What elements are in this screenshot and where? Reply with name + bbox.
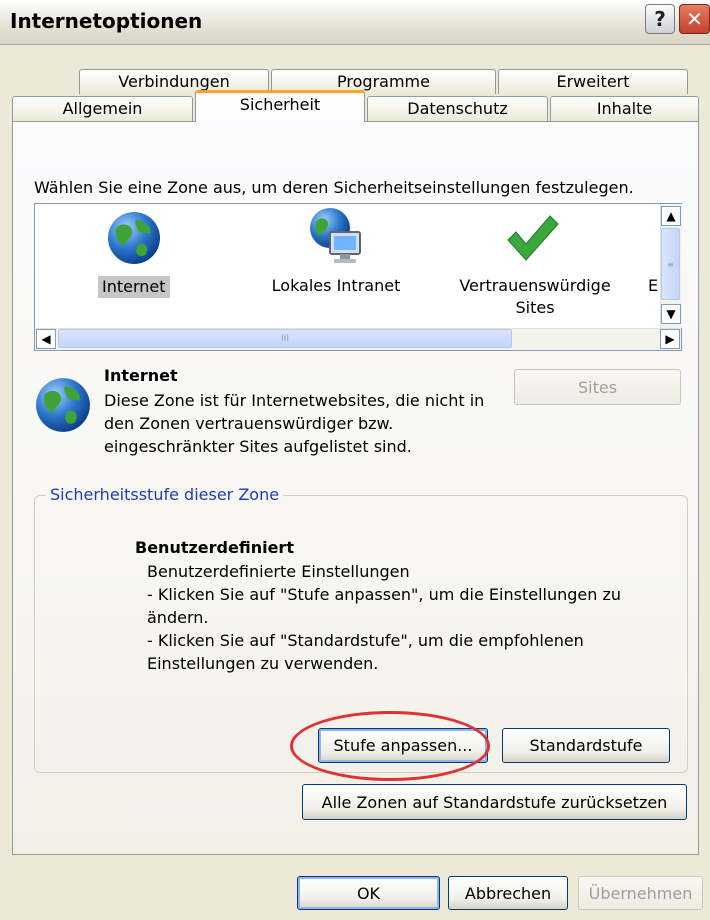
zone-restricted-sites-label[interactable]: E (646, 276, 660, 295)
cancel-button[interactable]: Abbrechen (448, 876, 568, 910)
zone-info-line3: eingeschränkter Sites aufgelistet sind. (104, 437, 412, 456)
security-level-line5: Einstellungen zu verwenden. (147, 654, 379, 673)
default-level-button[interactable]: Standardstufe (502, 728, 670, 763)
scroll-up-button[interactable]: ▲ (661, 206, 681, 226)
security-level-line4: - Klicken Sie auf "Standardstufe", um di… (147, 631, 584, 650)
security-level-line3: ändern. (147, 608, 209, 627)
network-computer-icon[interactable] (306, 206, 366, 266)
title-bar[interactable]: Internetoptionen ? ✕ (0, 0, 710, 45)
security-level-group-label: Sicherheitsstufe dieser Zone (46, 485, 284, 504)
zone-info-globe-icon (34, 376, 92, 434)
horizontal-scroll-thumb[interactable]: III (58, 329, 512, 348)
scroll-down-button[interactable]: ▼ (661, 304, 681, 324)
zone-info-line2: den Zonen vertrauenswürdiger bzw. (104, 414, 394, 433)
zone-local-intranet-label[interactable]: Lokales Intranet (266, 276, 406, 295)
tab-sicherheit[interactable]: Sicherheit (195, 90, 365, 122)
vertical-scroll-thumb[interactable]: ≡ (661, 228, 680, 300)
zone-info-line1: Diese Zone ist für Internetwebsites, die… (104, 391, 485, 410)
zone-prompt: Wählen Sie eine Zone aus, um deren Siche… (34, 178, 634, 197)
scroll-left-button[interactable]: ◀ (36, 329, 56, 349)
window-title: Internetoptionen (10, 9, 203, 33)
reset-all-zones-button[interactable]: Alle Zonen auf Standardstufe zurücksetze… (302, 784, 687, 820)
checkmark-icon[interactable] (504, 210, 560, 266)
security-level-title: Benutzerdefiniert (135, 538, 294, 557)
zone-internet-label[interactable]: Internet (98, 276, 170, 298)
zone-trusted-sites-label-line1[interactable]: Vertrauenswürdige (450, 276, 620, 295)
tab-datenschutz[interactable]: Datenschutz (367, 96, 548, 121)
scroll-right-button[interactable]: ▶ (660, 329, 680, 349)
highlight-ellipse (290, 711, 490, 781)
globe-icon[interactable] (106, 210, 162, 266)
security-level-line1: Benutzerdefinierte Einstellungen (147, 562, 410, 581)
apply-button[interactable]: Übernehmen (578, 876, 703, 910)
zone-info-title: Internet (104, 366, 178, 385)
close-button[interactable]: ✕ (679, 4, 710, 34)
tab-allgemein[interactable]: Allgemein (12, 96, 193, 121)
sites-button[interactable]: Sites (514, 369, 681, 405)
tab-erweitert[interactable]: Erweitert (498, 69, 688, 94)
security-level-line2: - Klicken Sie auf "Stufe anpassen", um d… (147, 585, 622, 604)
help-button[interactable]: ? (645, 4, 675, 34)
ok-button[interactable]: OK (297, 876, 440, 910)
tab-inhalte[interactable]: Inhalte (550, 96, 699, 121)
zone-trusted-sites-label-line2[interactable]: Sites (450, 298, 620, 317)
